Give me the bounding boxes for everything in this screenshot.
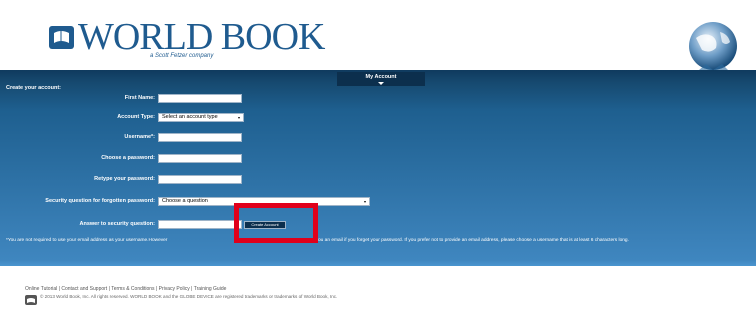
- footer-link-privacy[interactable]: Privacy Policy: [159, 286, 190, 292]
- globe-icon: [689, 22, 737, 76]
- page-header: WORLD BOOK a Scott Fetzer company: [0, 0, 756, 76]
- password-label: Choose a password:: [101, 155, 155, 161]
- username-note-start: *You are not required to use your email …: [6, 238, 168, 243]
- highlight-box: [234, 203, 318, 243]
- tab-label: My Account: [365, 74, 397, 80]
- world-book-logo[interactable]: WORLD BOOK: [48, 16, 325, 58]
- retype-password-input[interactable]: [158, 175, 242, 184]
- account-type-label: Account Type:: [117, 114, 155, 120]
- security-question-value: Choose a question: [162, 198, 208, 204]
- account-type-value: Select an account type: [162, 114, 218, 120]
- footer-link-terms[interactable]: Terms & Conditions: [111, 286, 154, 292]
- answer-label: Answer to security question:: [79, 221, 156, 227]
- username-label: Username*:: [124, 134, 155, 140]
- caret-down-icon: ▾: [237, 115, 240, 120]
- security-question-label: Security question for forgotten password…: [45, 198, 155, 204]
- account-type-select[interactable]: Select an account type ▾: [158, 113, 244, 122]
- first-name-label: First Name:: [124, 95, 155, 101]
- logo-text: WORLD BOOK: [78, 16, 325, 58]
- first-name-input[interactable]: [158, 94, 242, 103]
- account-panel: [0, 70, 756, 266]
- password-input[interactable]: [158, 154, 242, 163]
- copyright-text: © 2013 World Book, Inc. All rights reser…: [40, 294, 338, 299]
- tagline: a Scott Fetzer company: [150, 53, 214, 59]
- tab-my-account[interactable]: My Account: [337, 72, 425, 86]
- username-input[interactable]: [158, 133, 242, 142]
- footer-links: Online Tutorial | Contact and Support | …: [25, 286, 227, 292]
- form-title: Create your account:: [6, 85, 62, 91]
- chevron-down-icon: [378, 82, 384, 85]
- footer-link-contact[interactable]: Contact and Support: [61, 286, 107, 292]
- footer-link-training[interactable]: Training Guide: [194, 286, 227, 292]
- caret-down-icon: ▾: [363, 199, 366, 204]
- answer-input[interactable]: [158, 220, 242, 229]
- username-note-end: ou an email if you forget your password.…: [318, 238, 629, 243]
- footer-link-tutorial[interactable]: Online Tutorial: [25, 286, 57, 292]
- world-book-footer-icon: [25, 295, 37, 305]
- world-book-logo-icon: [49, 25, 74, 49]
- retype-password-label: Retype your password:: [94, 176, 155, 182]
